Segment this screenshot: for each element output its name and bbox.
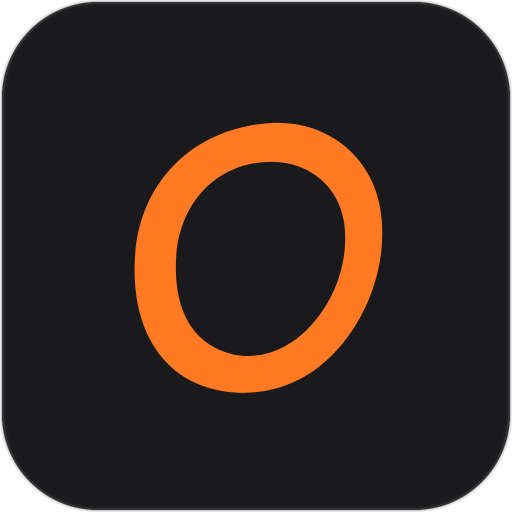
ring-o-icon bbox=[134, 122, 383, 393]
canvas bbox=[0, 0, 512, 512]
ring-stroke bbox=[134, 122, 383, 393]
app-icon-tile[interactable] bbox=[2, 2, 510, 510]
